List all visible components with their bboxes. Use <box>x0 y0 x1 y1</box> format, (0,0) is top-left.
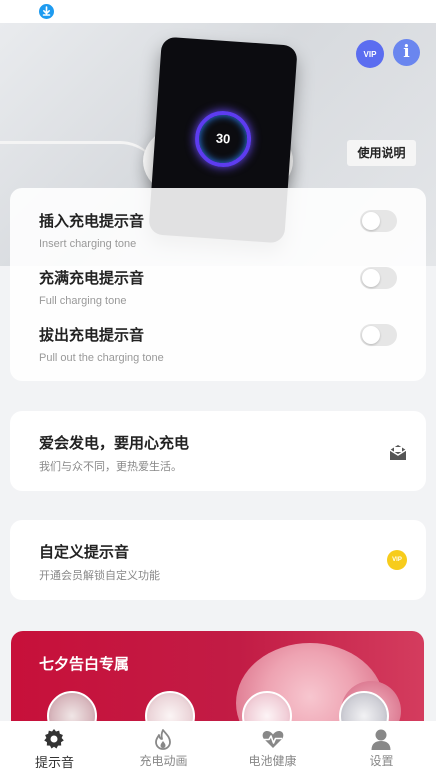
charging-tones-card: 插入充电提示音 Insert charging tone 充满充电提示音 Ful… <box>10 188 426 381</box>
tone-row-pullout: 拔出充电提示音 Pull out the charging tone <box>10 324 426 381</box>
vip-icon[interactable]: VIP <box>356 40 384 68</box>
tab-charging-animation[interactable]: 充电动画 <box>109 721 218 775</box>
banner-title: 七夕告白专属 <box>39 656 130 673</box>
tone-row-full: 充满充电提示音 Full charging tone <box>10 267 426 324</box>
charging-ring: 30 <box>193 109 253 169</box>
tab-label: 充电动画 <box>139 754 188 768</box>
info-icon[interactable]: i <box>393 39 420 66</box>
tone-row-insert: 插入充电提示音 Insert charging tone <box>10 210 426 267</box>
tab-tones[interactable]: 提示音 <box>0 721 109 775</box>
tone-subtitle: Full charging tone <box>39 295 127 307</box>
custom-tone-card[interactable]: 自定义提示音 开通会员解锁自定义功能 VIP <box>10 520 426 600</box>
charging-cable <box>0 141 160 181</box>
heartbeat-icon <box>262 731 284 748</box>
usage-instructions-button[interactable]: 使用说明 <box>347 140 416 166</box>
mail-icon[interactable] <box>388 444 408 462</box>
tone-subtitle: Insert charging tone <box>39 238 137 250</box>
tab-battery-health[interactable]: 电池健康 <box>218 721 327 775</box>
promo-card[interactable]: 爱会发电，要用心充电 我们与众不同，更热爱生活。 <box>10 411 426 491</box>
custom-subtitle: 开通会员解锁自定义功能 <box>39 570 160 582</box>
promo-title: 爱会发电，要用心充电 <box>39 435 190 452</box>
vip-coin-icon: VIP <box>387 550 407 570</box>
vip-badge-label: VIP <box>363 49 377 59</box>
person-icon <box>371 729 391 750</box>
status-bar <box>0 0 436 23</box>
bottom-tab-bar: 提示音 充电动画 电池健康 设置 <box>0 721 436 775</box>
tab-settings[interactable]: 设置 <box>327 721 436 775</box>
tab-label: 电池健康 <box>248 754 297 768</box>
download-icon <box>39 4 54 19</box>
tone-title: 充满充电提示音 <box>39 270 145 287</box>
tone-subtitle: Pull out the charging tone <box>39 352 164 364</box>
custom-title: 自定义提示音 <box>39 544 130 561</box>
tone-title: 插入充电提示音 <box>39 213 145 230</box>
tone-title: 拔出充电提示音 <box>39 327 145 344</box>
phone-display-text: 30 <box>215 130 231 147</box>
full-tone-toggle[interactable] <box>360 267 397 289</box>
pullout-tone-toggle[interactable] <box>360 324 397 346</box>
flame-icon <box>155 729 171 750</box>
gear-icon <box>44 729 64 749</box>
insert-tone-toggle[interactable] <box>360 210 397 232</box>
tab-label: 提示音 <box>34 755 74 770</box>
promo-subtitle: 我们与众不同，更热爱生活。 <box>39 461 182 473</box>
tab-label: 设置 <box>369 754 394 768</box>
